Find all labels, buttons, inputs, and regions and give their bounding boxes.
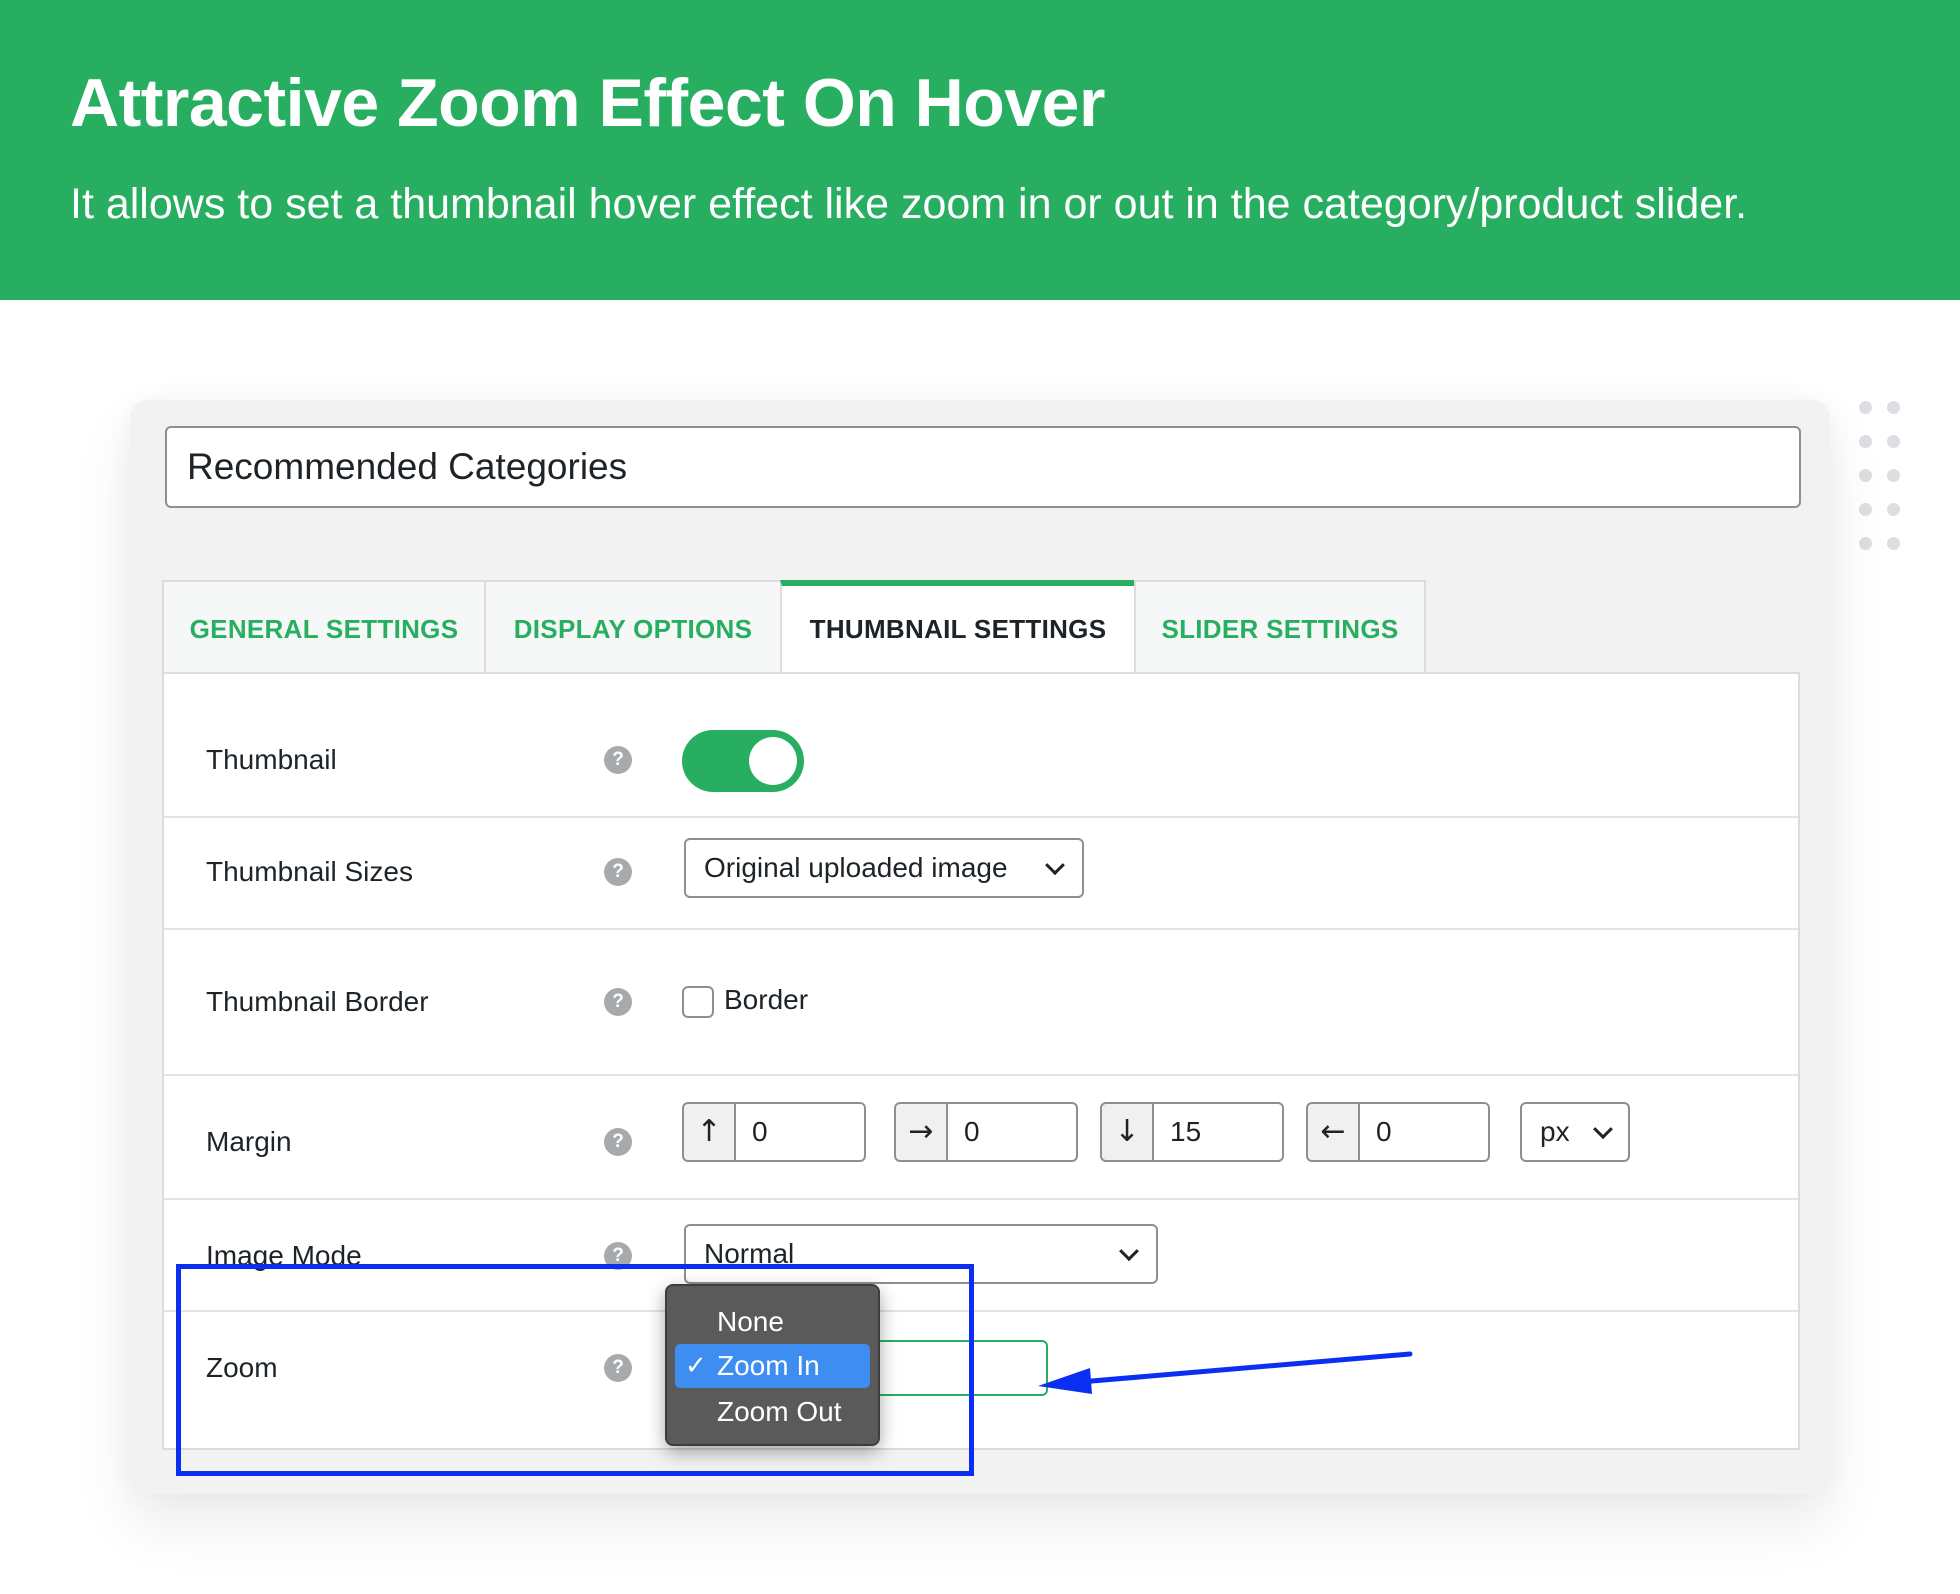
thumbnail-sizes-value: Original uploaded image	[704, 852, 1008, 883]
tab-display-options[interactable]: DISPLAY OPTIONS	[484, 580, 782, 674]
thumbnail-sizes-label: Thumbnail Sizes	[206, 856, 413, 887]
border-checkbox[interactable]	[682, 986, 714, 1018]
annotation-arrow-icon	[1038, 1351, 1413, 1394]
arrow-right-icon: →	[894, 1102, 946, 1162]
shortcode-title-input[interactable]: Recommended Categories	[165, 426, 1801, 508]
arrow-left-icon: ←	[1306, 1102, 1358, 1162]
thumbnail-border-label: Thumbnail Border	[206, 986, 429, 1017]
annotation-highlight-box	[176, 1264, 974, 1476]
chevron-down-icon	[1045, 855, 1065, 876]
margin-right-input[interactable]: 0	[946, 1102, 1078, 1162]
arrow-down-icon: ↓	[1100, 1102, 1152, 1162]
tab-general-settings[interactable]: GENERAL SETTINGS	[162, 580, 486, 674]
tab-slider-settings[interactable]: SLIDER SETTINGS	[1134, 580, 1426, 674]
thumbnail-toggle[interactable]	[682, 730, 804, 792]
chevron-down-icon	[1593, 1119, 1613, 1140]
help-icon[interactable]: ?	[604, 1128, 632, 1156]
row-thumbnail-border: Thumbnail Border ? Border	[164, 930, 1798, 1076]
margin-unit-select[interactable]: px	[1520, 1102, 1630, 1162]
thumbnail-sizes-select[interactable]: Original uploaded image	[684, 838, 1084, 898]
banner-title: Attractive Zoom Effect On Hover	[70, 65, 1105, 141]
header-banner: Attractive Zoom Effect On Hover It allow…	[0, 0, 1960, 300]
tab-thumbnail-settings[interactable]: THUMBNAIL SETTINGS	[780, 580, 1136, 674]
row-margin: Margin ? ↑ 0 → 0 ↓ 15 ← 0 px	[164, 1076, 1798, 1200]
help-icon[interactable]: ?	[604, 858, 632, 886]
margin-unit-value: px	[1540, 1116, 1570, 1147]
help-icon[interactable]: ?	[604, 988, 632, 1016]
help-icon[interactable]: ?	[604, 746, 632, 774]
row-thumbnail-sizes: Thumbnail Sizes ? Original uploaded imag…	[164, 818, 1798, 930]
row-thumbnail: Thumbnail ?	[164, 674, 1798, 818]
toggle-knob	[749, 737, 797, 785]
margin-top-input[interactable]: 0	[734, 1102, 866, 1162]
border-checkbox-label[interactable]: Border	[724, 984, 808, 1016]
margin-left-input[interactable]: 0	[1358, 1102, 1490, 1162]
thumbnail-label: Thumbnail	[206, 744, 337, 775]
chevron-down-icon	[1119, 1241, 1139, 1262]
arrow-up-icon: ↑	[682, 1102, 734, 1162]
banner-subtitle: It allows to set a thumbnail hover effec…	[70, 180, 1748, 228]
margin-bottom-input[interactable]: 15	[1152, 1102, 1284, 1162]
margin-label: Margin	[206, 1126, 292, 1157]
